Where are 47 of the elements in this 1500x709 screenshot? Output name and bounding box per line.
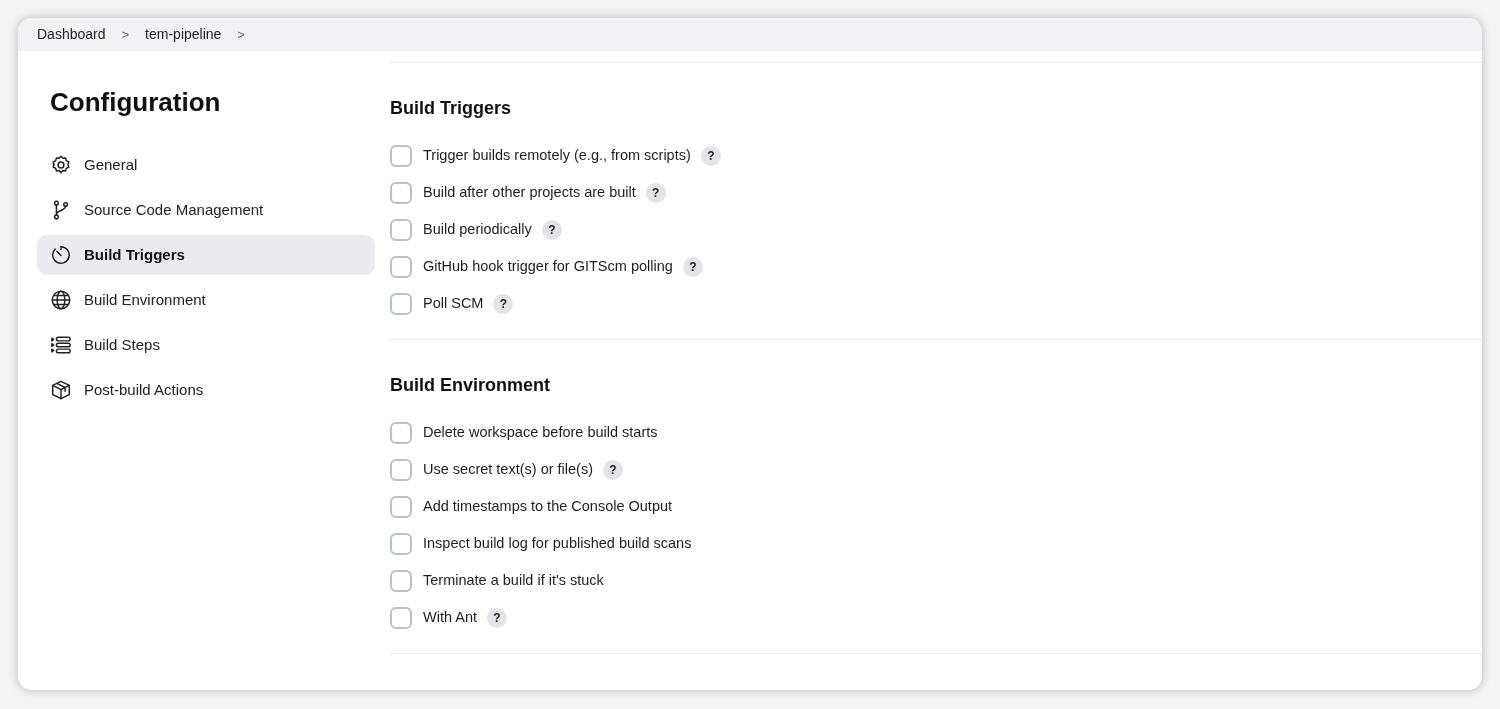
option-label: Delete workspace before build starts — [423, 423, 658, 443]
checkbox[interactable] — [390, 607, 412, 629]
checkbox[interactable] — [390, 459, 412, 481]
checkbox[interactable] — [390, 422, 412, 444]
sidebar-title: Configuration — [50, 86, 222, 119]
breadcrumb-link[interactable]: Dashboard — [37, 24, 106, 45]
sidebar-item[interactable]: Source Code Management — [37, 190, 375, 230]
help-button[interactable]: ? — [487, 608, 507, 628]
help-button[interactable]: ? — [682, 257, 703, 277]
option-label: Build periodically — [423, 220, 532, 240]
checkbox[interactable] — [390, 533, 412, 555]
globe-icon — [50, 289, 72, 311]
section-title: Build Environment — [390, 374, 551, 397]
list-icon — [50, 334, 72, 356]
checkbox[interactable] — [390, 145, 412, 167]
option-label: GitHub hook trigger for GITScm polling — [423, 257, 673, 277]
breadcrumb-separator: > — [237, 25, 245, 44]
option-label: Build after other projects are built — [423, 183, 636, 203]
gear-icon — [50, 154, 72, 176]
option-label: With Ant — [423, 608, 477, 628]
help-button[interactable]: ? — [603, 460, 623, 480]
checkbox[interactable] — [390, 256, 412, 278]
breadcrumb-separator: > — [121, 25, 130, 44]
help-button[interactable]: ? — [541, 220, 562, 240]
package-icon — [50, 379, 72, 401]
sidebar-item[interactable]: Build Triggers — [37, 235, 375, 275]
option-label: Terminate a build if it's stuck — [423, 571, 604, 591]
option-label: Trigger builds remotely (e.g., from scripts) — [423, 146, 691, 166]
section-title: Build Triggers — [390, 97, 513, 120]
sidebar-item[interactable]: Build Environment — [37, 280, 375, 320]
checkbox[interactable] — [390, 570, 412, 592]
option-label: Use secret text(s) or file(s) — [423, 460, 593, 480]
sidebar-item[interactable]: General — [37, 145, 375, 185]
sidebar-item[interactable]: Post-build Actions — [37, 370, 375, 410]
help-button[interactable]: ? — [700, 146, 721, 166]
breadcrumb-link[interactable]: tem-pipeline — [145, 24, 222, 45]
timer-icon — [50, 244, 72, 266]
option-label: Add timestamps to the Console Output — [423, 497, 673, 517]
checkbox[interactable] — [390, 293, 412, 315]
help-button[interactable]: ? — [645, 183, 666, 203]
option-label: Inspect build log for published build scans — [423, 534, 692, 554]
checkbox[interactable] — [390, 496, 412, 518]
sidebar-item[interactable]: Build Steps — [37, 325, 375, 365]
option-label: Poll SCM — [423, 294, 484, 314]
help-button[interactable]: ? — [493, 294, 514, 314]
checkbox[interactable] — [390, 182, 412, 204]
checkbox[interactable] — [390, 219, 412, 241]
